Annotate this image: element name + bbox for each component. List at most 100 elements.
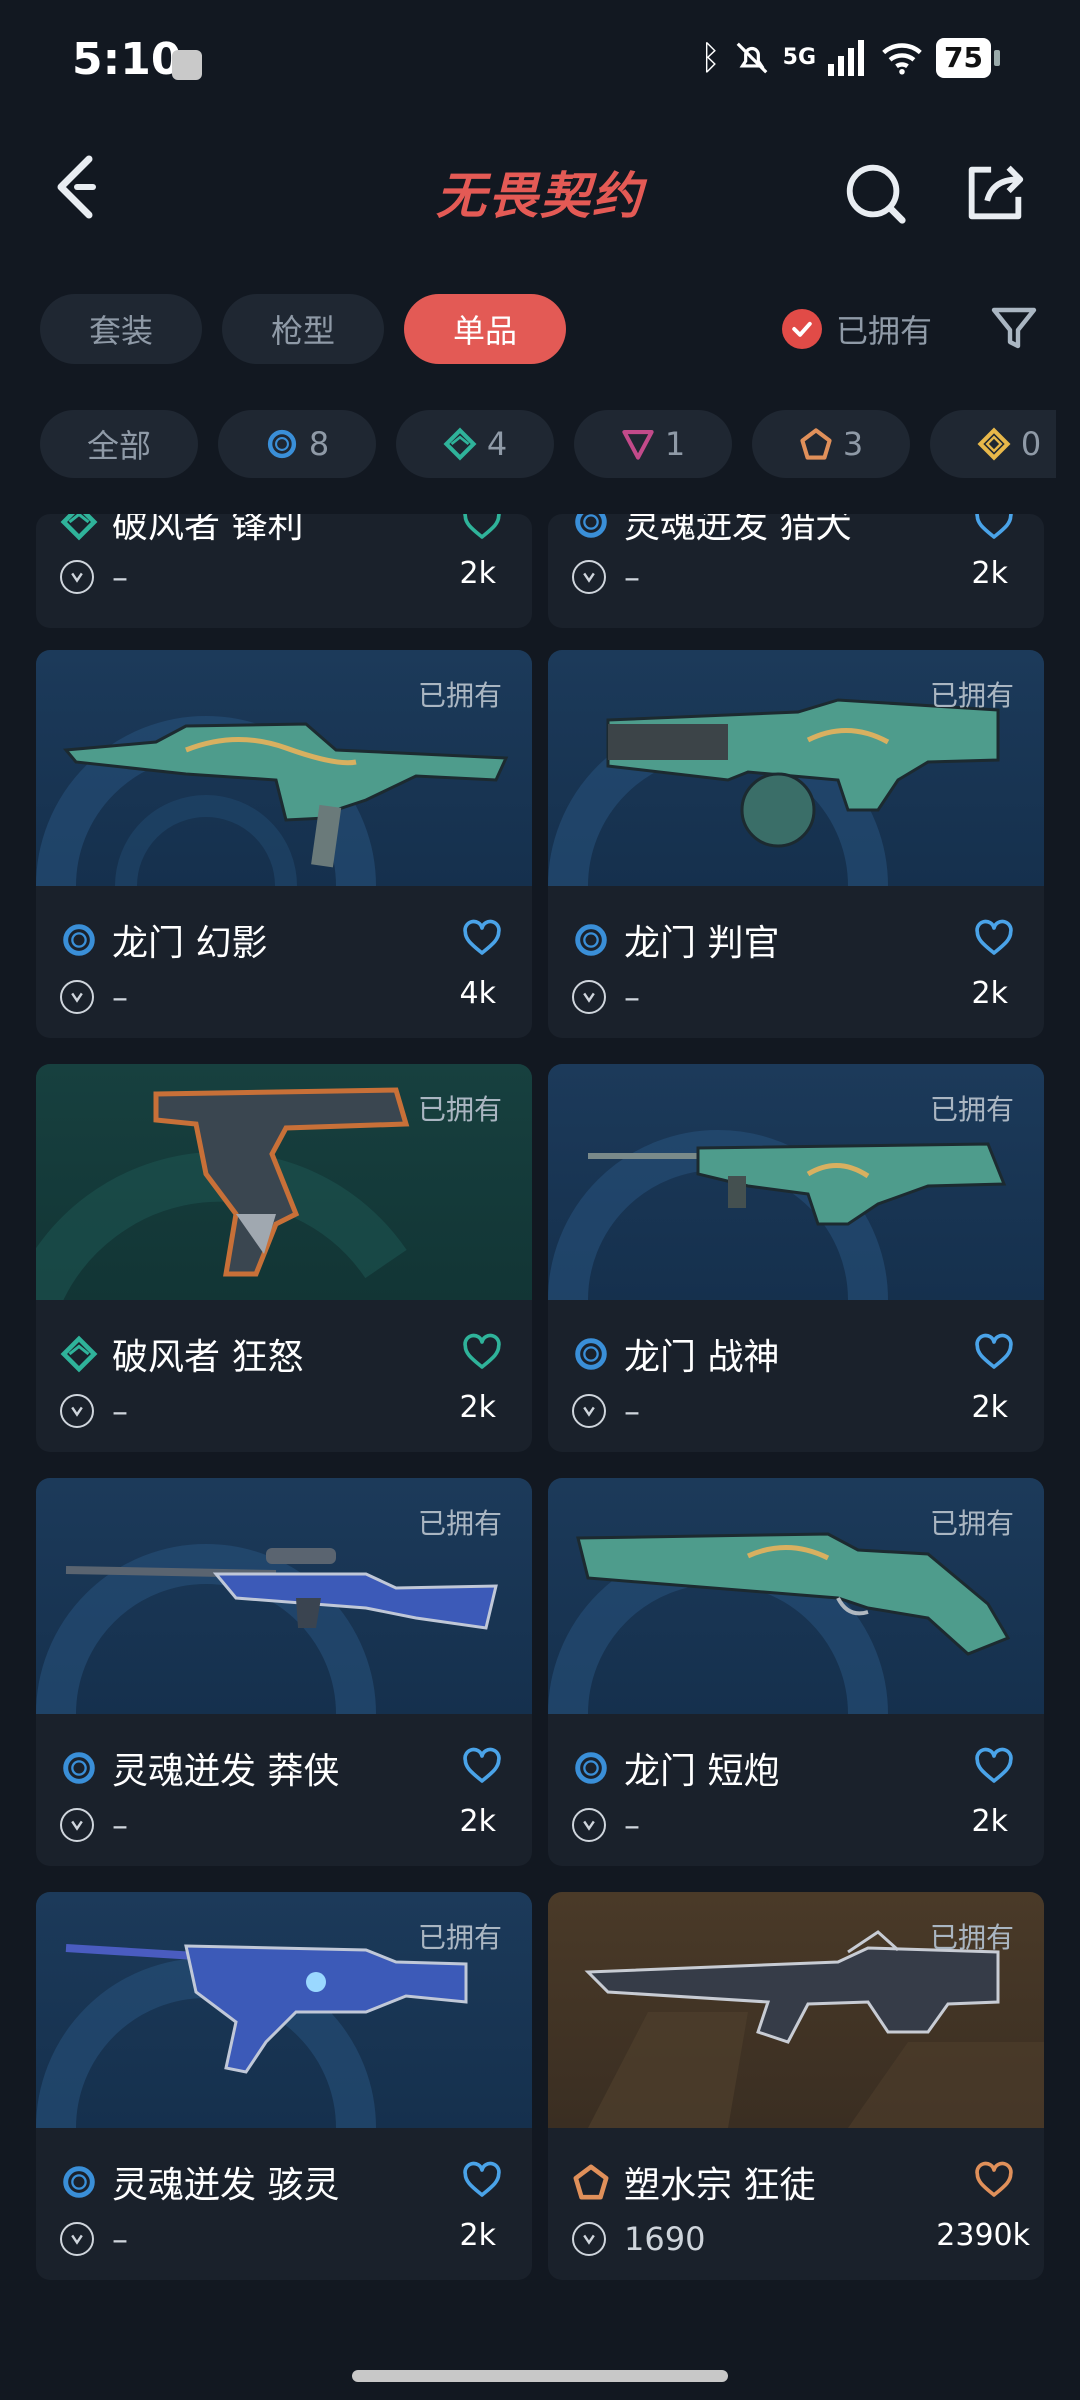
valorant-points-icon (572, 560, 606, 594)
price-row: – (572, 978, 640, 1016)
item-name: 龙门 战神 (624, 1337, 780, 1378)
owned-badge: 已拥有 (929, 679, 1014, 712)
favorite-count: 4k (459, 976, 496, 1011)
item-name: 龙门 幻影 (112, 923, 268, 964)
valorant-points-icon (572, 1808, 606, 1842)
item-name: 灵魂迸发 莽侠 (112, 1751, 340, 1792)
favorite-count: 2k (459, 556, 496, 591)
heart-icon[interactable] (462, 1746, 502, 1786)
heart-icon[interactable] (462, 2160, 502, 2200)
item-card[interactable]: 已拥有 龙门 判官 – 2k (548, 650, 1044, 1038)
item-name-row: 龙门 幻影 (60, 914, 267, 966)
item-price: 1690 (624, 2220, 706, 2258)
favorite-count: 2k (971, 976, 1008, 1011)
favorite-count: 2k (971, 556, 1008, 591)
heart-icon[interactable] (974, 1746, 1014, 1786)
chip-select-tier[interactable]: 8 (218, 410, 376, 478)
item-price: – (112, 2220, 128, 2258)
valorant-points-icon (60, 1394, 94, 1428)
mute-icon (736, 42, 768, 74)
item-name-row: 灵魂迸发 猎犬 (572, 514, 851, 548)
owned-badge: 已拥有 (417, 1507, 502, 1540)
wifi-icon (882, 43, 922, 75)
price-row: – (572, 1806, 640, 1844)
search-icon (846, 164, 906, 224)
select-tier-icon (60, 2163, 98, 2201)
status-time: 5:10 (72, 34, 182, 85)
battery-icon: 75 (936, 38, 1000, 78)
select-tier-icon (60, 1749, 98, 1787)
favorite-count: 2k (459, 2218, 496, 2253)
valorant-points-icon (572, 980, 606, 1014)
search-button[interactable] (840, 158, 910, 228)
select-tier-icon (572, 514, 610, 541)
item-name: 破风者 锋利 (112, 514, 304, 546)
item-name: 龙门 判官 (624, 923, 780, 964)
owned-toggle[interactable]: 已拥有 (782, 304, 932, 354)
chip-all[interactable]: 全部 (40, 410, 198, 478)
filter-button[interactable] (988, 302, 1040, 354)
price-row: – (572, 558, 640, 596)
share-button[interactable] (960, 158, 1030, 228)
premium-tier-icon (622, 430, 654, 460)
item-card[interactable]: 已拥有 塑水宗 狂徒 1690 2390k (548, 1892, 1044, 2280)
favorite-count: 2k (971, 1804, 1008, 1839)
item-name: 塑水宗 狂徒 (624, 2165, 816, 2206)
filter-icon (991, 307, 1037, 349)
item-card[interactable]: 灵魂迸发 猎犬 – 2k (548, 514, 1044, 628)
item-name-row: 龙门 判官 (572, 914, 779, 966)
heart-icon[interactable] (462, 1332, 502, 1372)
ultra-tier-icon (977, 427, 1011, 461)
item-card[interactable]: 已拥有 龙门 战神 – 2k (548, 1064, 1044, 1452)
page-title: 无畏契约 (436, 167, 644, 225)
deluxe-tier-icon (60, 514, 98, 541)
select-tier-icon (572, 921, 610, 959)
tab-single-items[interactable]: 单品 (404, 294, 566, 364)
price-row: 1690 (572, 2220, 705, 2258)
chip-deluxe-tier[interactable]: 4 (396, 410, 554, 478)
item-price: – (112, 1392, 128, 1430)
item-card[interactable]: 已拥有 破风者 狂怒 – 2k (36, 1064, 532, 1452)
owned-badge: 已拥有 (929, 1507, 1014, 1540)
item-card[interactable]: 已拥有 灵魂迸发 骇灵 – 2k (36, 1892, 532, 2280)
item-card[interactable]: 已拥有 龙门 短炮 – 2k (548, 1478, 1044, 1866)
favorite-count: 2k (459, 1804, 496, 1839)
home-indicator[interactable] (352, 2370, 728, 2382)
select-tier-icon (267, 429, 296, 459)
rarity-filter-chips: 全部 8 4 1 3 0 (40, 410, 1056, 478)
item-price: – (624, 1392, 640, 1430)
tab-weapon-types[interactable]: 枪型 (222, 294, 384, 364)
item-card[interactable]: 破风者 锋利 – 2k (36, 514, 532, 628)
owned-badge: 已拥有 (417, 1921, 502, 1954)
chip-ultra-tier[interactable]: 0 (930, 410, 1056, 478)
notification-app-icon (172, 50, 202, 80)
item-card[interactable]: 已拥有 灵魂迸发 莽侠 – 2k (36, 1478, 532, 1866)
heart-icon[interactable] (974, 918, 1014, 958)
heart-icon[interactable] (462, 514, 502, 542)
item-name-row: 灵魂迸发 骇灵 (60, 2156, 339, 2208)
deluxe-tier-icon (60, 1335, 98, 1373)
chip-premium-tier[interactable]: 1 (574, 410, 732, 478)
price-row: – (60, 1392, 128, 1430)
tab-bundles[interactable]: 套装 (40, 294, 202, 364)
favorite-count: 2k (459, 1390, 496, 1425)
item-name-row: 破风者 锋利 (60, 514, 303, 548)
item-name-row: 龙门 战神 (572, 1328, 779, 1380)
heart-icon[interactable] (974, 514, 1014, 542)
heart-icon[interactable] (974, 2160, 1014, 2200)
valorant-points-icon (60, 560, 94, 594)
chip-count: 3 (842, 425, 864, 463)
select-tier-icon (60, 921, 98, 959)
item-price: – (112, 978, 128, 1016)
item-name-row: 龙门 短炮 (572, 1742, 779, 1794)
item-price: – (112, 558, 128, 596)
item-name: 灵魂迸发 骇灵 (112, 2165, 340, 2206)
item-card[interactable]: 已拥有 龙门 幻影 – 4k (36, 650, 532, 1038)
heart-icon[interactable] (462, 918, 502, 958)
chip-exclusive-tier[interactable]: 3 (752, 410, 910, 478)
heart-icon[interactable] (974, 1332, 1014, 1372)
owned-badge: 已拥有 (417, 679, 502, 712)
item-name: 灵魂迸发 猎犬 (624, 514, 852, 546)
share-icon (968, 165, 1024, 220)
item-name-row: 灵魂迸发 莽侠 (60, 1742, 339, 1794)
